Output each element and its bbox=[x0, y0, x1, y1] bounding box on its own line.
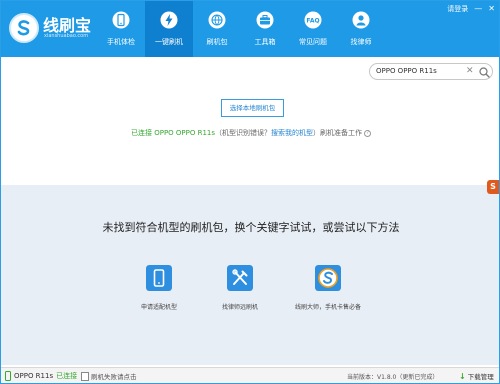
phone-icon bbox=[146, 265, 172, 291]
nav-label: 找律师 bbox=[350, 38, 372, 46]
search-input[interactable]: OPPO OPPO R11s ✕ bbox=[369, 63, 493, 80]
tools-icon bbox=[227, 265, 253, 291]
login-link[interactable]: 请登录 bbox=[447, 4, 468, 14]
nav-label: 常见问题 bbox=[299, 38, 327, 46]
no-result-message: 未找到符合机型的刷机包，换个关键字试试，或尝试以下方法 bbox=[102, 221, 400, 234]
nav-label: 手机体检 bbox=[107, 38, 135, 46]
globe-package-icon bbox=[208, 11, 226, 29]
search-value: OPPO OPPO R11s bbox=[376, 67, 437, 75]
phone-check-icon bbox=[112, 11, 130, 29]
no-result-panel: 未找到符合机型的刷机包，换个关键字试试，或尝试以下方法 申请适配机型 找律师远刷… bbox=[1, 185, 499, 365]
device-status: OPPO R11s 已连接 bbox=[5, 371, 77, 381]
flash-failed-link[interactable]: 刷机失败请点击 bbox=[81, 371, 137, 381]
close-button[interactable]: ✕ bbox=[488, 5, 495, 13]
svg-text:FAQ: FAQ bbox=[306, 18, 319, 25]
device-connected-label: 已连接 bbox=[56, 372, 78, 380]
download-icon: ↓ bbox=[459, 371, 466, 381]
side-float-tab[interactable]: S bbox=[487, 180, 499, 194]
connection-note: （机型识别错误？ bbox=[215, 129, 272, 137]
search-my-model-link[interactable]: 搜索我的机型 bbox=[271, 129, 313, 137]
app-window: 线刷宝 xianshuabao.com 手机体检 一键刷机 刷机包 工具箱 FA… bbox=[0, 0, 500, 384]
nav-label: 刷机包 bbox=[206, 38, 228, 46]
nav-faq[interactable]: FAQ 常见问题 bbox=[289, 1, 337, 57]
faq-icon: FAQ bbox=[304, 11, 322, 29]
option-label: 找律师远刷机 bbox=[221, 304, 258, 311]
help-icon[interactable]: ? bbox=[364, 129, 372, 137]
document-icon bbox=[81, 371, 89, 381]
download-manager-button[interactable]: ↓ 下载管理 bbox=[459, 371, 494, 382]
select-local-package-button[interactable]: 选择本地刷机包 bbox=[221, 99, 284, 117]
window-controls: 请登录 — ✕ bbox=[447, 3, 495, 15]
nav-label: 一键刷机 bbox=[155, 38, 183, 46]
nav-phone-check[interactable]: 手机体检 bbox=[97, 1, 145, 57]
connection-status-line: 已连接 OPPO OPPO R11s（机型识别错误？搜索我的机型）刷机准备工作 … bbox=[131, 128, 372, 138]
toolbox-icon bbox=[256, 11, 274, 29]
search-icon[interactable] bbox=[479, 67, 490, 78]
option-label: 申请适配机型 bbox=[140, 304, 177, 311]
prep-work-text[interactable]: ）刷机准备工作 bbox=[313, 129, 362, 137]
nav-one-click-flash[interactable]: 一键刷机 bbox=[145, 1, 193, 57]
app-logo: 线刷宝 xianshuabao.com bbox=[9, 11, 99, 47]
nav-toolbox[interactable]: 工具箱 bbox=[241, 1, 289, 57]
version-info: 当前版本：V1.8.0（更新已完成） bbox=[347, 374, 439, 381]
nav-label: 工具箱 bbox=[254, 38, 276, 46]
app-subtitle: xianshuabao.com bbox=[44, 33, 89, 39]
download-manager-label: 下载管理 bbox=[467, 373, 494, 381]
minimize-button[interactable]: — bbox=[474, 5, 482, 13]
device-name: OPPO R11s bbox=[14, 372, 54, 380]
connected-device-text: 已连接 OPPO OPPO R11s bbox=[131, 129, 216, 137]
lightning-icon bbox=[160, 11, 178, 29]
flash-failed-text: 刷机失败请点击 bbox=[91, 373, 137, 381]
nav-find-lawyer[interactable]: 找律师 bbox=[337, 1, 385, 57]
clear-icon[interactable]: ✕ bbox=[466, 66, 474, 76]
header-bar: 线刷宝 xianshuabao.com 手机体检 一键刷机 刷机包 工具箱 FA… bbox=[1, 1, 499, 57]
option-label: 线刷大师，手机卡售必备 bbox=[294, 304, 361, 311]
device-phone-icon bbox=[5, 371, 11, 381]
person-icon bbox=[352, 11, 370, 29]
status-bar: OPPO R11s 已连接 刷机失败请点击 当前版本：V1.8.0（更新已完成）… bbox=[1, 367, 499, 383]
logo-s-icon bbox=[9, 13, 39, 43]
nav-rom-package[interactable]: 刷机包 bbox=[193, 1, 241, 57]
brand-logo-icon bbox=[315, 265, 341, 291]
